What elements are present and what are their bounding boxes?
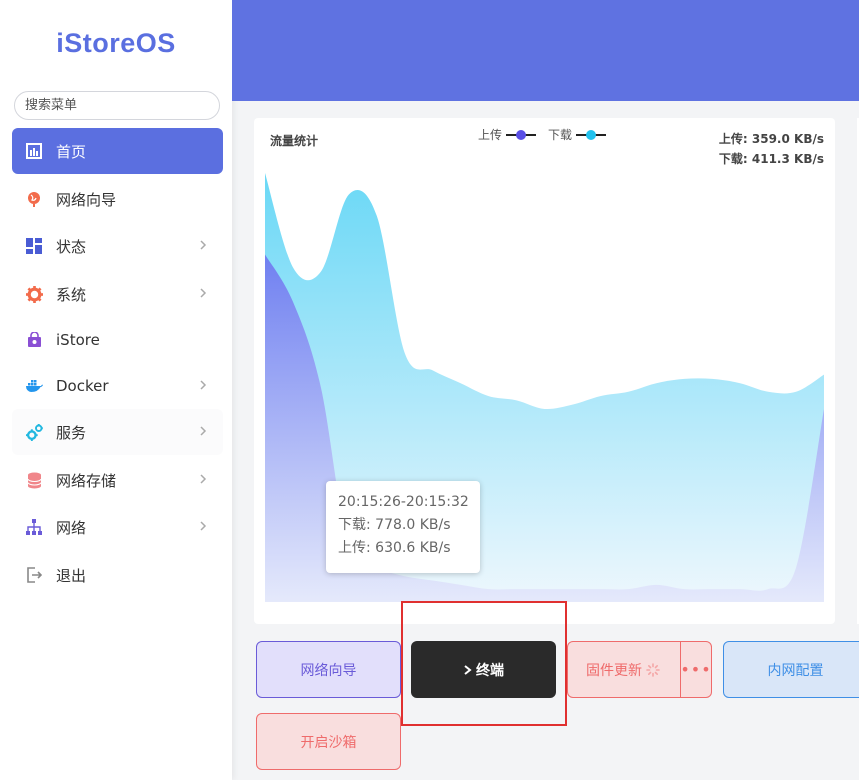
sidebar-item-docker[interactable]: Docker: [12, 363, 223, 409]
sidebar-item-status[interactable]: 状态: [12, 223, 223, 269]
cogs-icon: [25, 423, 43, 441]
legend-item-upload[interactable]: 上传: [478, 126, 537, 143]
legend-marker-icon: [576, 129, 607, 140]
sidebar-item-label: 网络向导: [56, 190, 117, 209]
chevron-right-icon: [200, 288, 207, 298]
grid-icon: [25, 237, 43, 255]
firmware-update-button[interactable]: 固件更新 •••: [567, 641, 712, 698]
sidebar-item-services[interactable]: 服务: [12, 409, 223, 455]
sandbox-button[interactable]: 开启沙箱: [256, 713, 401, 770]
sidebar-item-label: 服务: [56, 423, 87, 442]
card-title: 流量统计: [270, 134, 319, 148]
legend-label: 上传: [478, 128, 503, 142]
tooltip-upload: 上传: 630.6 KB/s: [338, 540, 451, 556]
sidebar-item-label: 退出: [56, 566, 87, 585]
sidebar: iStoreOS 首页 网络向导 状态 系统 iStore: [0, 0, 232, 780]
sidebar-item-network-wizard[interactable]: 网络向导: [12, 176, 223, 222]
button-label: 内网配置: [767, 662, 824, 679]
sidebar-item-network[interactable]: 网络: [12, 504, 223, 550]
sidebar-item-logout[interactable]: 退出: [12, 552, 223, 598]
header-banner: [232, 0, 859, 101]
app-logo[interactable]: iStoreOS: [0, 28, 232, 59]
logout-icon: [25, 566, 43, 584]
selection-highlight-box: [401, 601, 567, 726]
sidebar-item-label: 首页: [56, 142, 87, 161]
lan-config-button[interactable]: 内网配置: [723, 641, 859, 698]
download-rate: 下载: 411.3 KB/s: [718, 152, 824, 166]
legend-item-download[interactable]: 下载: [548, 126, 607, 143]
sidebar-item-label: iStore: [56, 331, 100, 349]
sidebar-item-label: 网络存储: [56, 471, 117, 490]
upload-rate: 上传: 359.0 KB/s: [718, 132, 824, 146]
sidebar-item-label: 网络: [56, 518, 87, 537]
chevron-right-icon: [200, 240, 207, 250]
chart-legend: 上传 下载: [478, 126, 618, 143]
button-label: 网络向导: [300, 662, 357, 679]
sidebar-item-system[interactable]: 系统: [12, 271, 223, 317]
sidebar-item-istore[interactable]: iStore: [12, 317, 223, 363]
chevron-right-icon: [200, 474, 207, 484]
database-icon: [25, 471, 43, 489]
shopping-bag-icon: [25, 331, 43, 349]
button-label: 开启沙箱: [300, 734, 357, 751]
loading-spinner-icon: [646, 662, 660, 677]
network-wizard-button[interactable]: 网络向导: [256, 641, 401, 698]
chevron-right-icon: [200, 521, 207, 531]
chevron-right-icon: [200, 426, 207, 436]
sidebar-item-home[interactable]: 首页: [12, 128, 223, 174]
menu-search-input[interactable]: [14, 91, 220, 120]
sidebar-item-network-storage[interactable]: 网络存储: [12, 457, 223, 503]
legend-label: 下载: [548, 128, 573, 142]
docker-whale-icon: [25, 377, 43, 395]
chart-tooltip: 20:15:26-20:15:32 下载: 778.0 KB/s 上传: 630…: [326, 481, 480, 573]
current-rates: 上传: 359.0 KB/s 下载: 411.3 KB/s: [719, 129, 824, 169]
tooltip-time: 20:15:26-20:15:32: [338, 494, 469, 510]
more-options-button[interactable]: •••: [680, 642, 711, 697]
tooltip-download: 下载: 778.0 KB/s: [338, 517, 451, 533]
globe-icon: [25, 190, 43, 208]
button-label: 固件更新: [586, 662, 642, 679]
chevron-right-icon: [200, 380, 207, 390]
sidebar-item-label: Docker: [56, 377, 109, 395]
dashboard-icon: [25, 142, 43, 160]
sidebar-item-label: 状态: [56, 237, 87, 256]
legend-marker-icon: [506, 129, 537, 140]
network-tree-icon: [25, 518, 43, 536]
gear-icon: [25, 285, 43, 303]
sidebar-item-label: 系统: [56, 285, 87, 304]
